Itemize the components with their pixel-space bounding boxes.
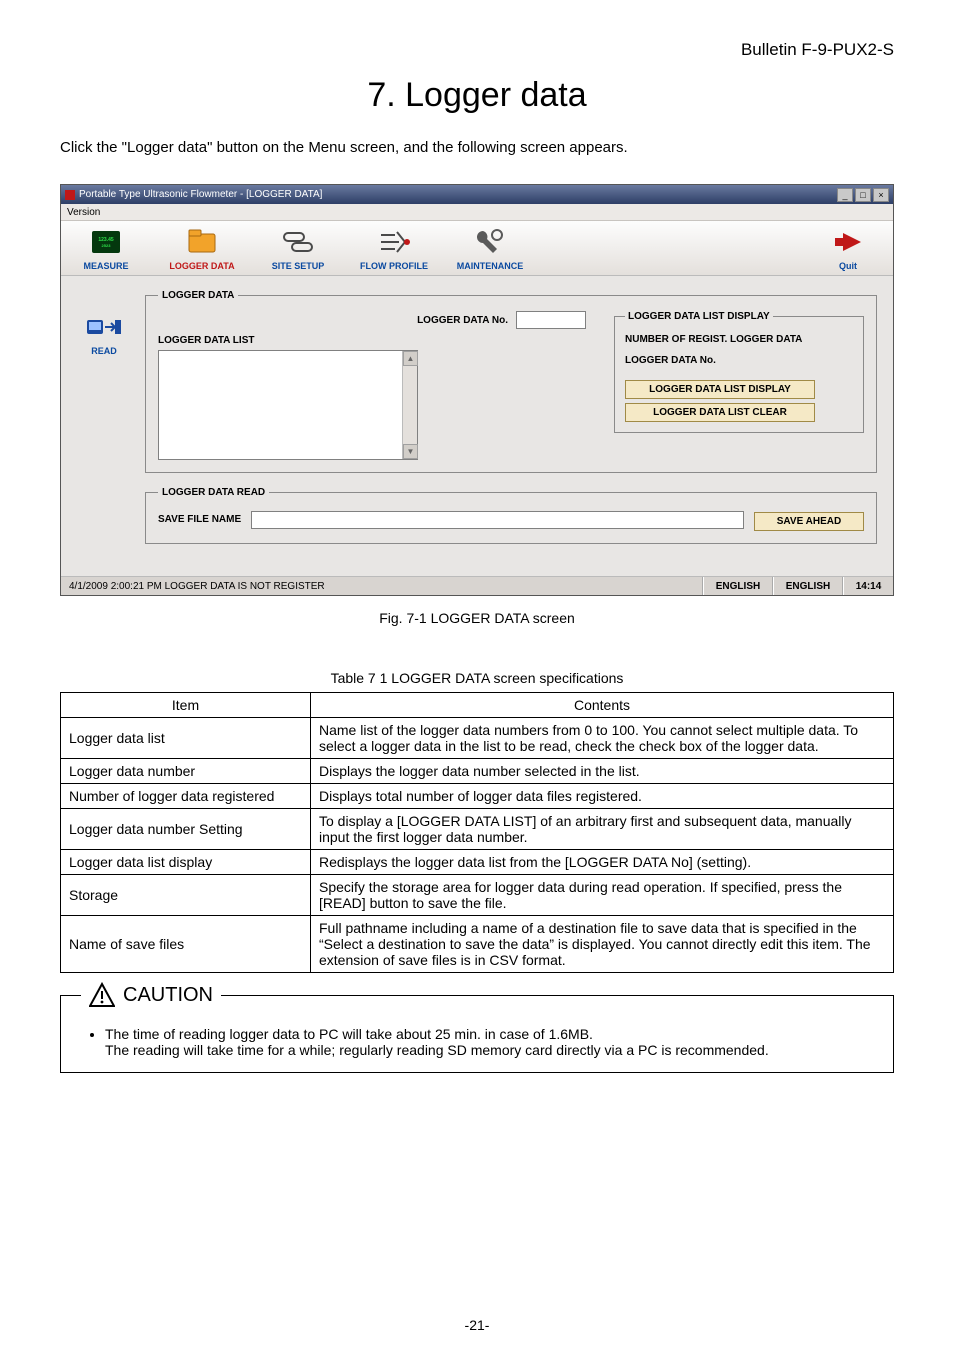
toolbar-maintenance-label: MAINTENANCE [457,261,524,271]
group-logger-read: LOGGER DATA READ SAVE FILE NAME SAVE AHE… [145,487,877,544]
table-cell-item: Logger data number [61,759,311,784]
scrollbar[interactable]: ▲ ▼ [402,351,417,459]
table-cell-item: Logger data number Setting [61,809,311,850]
menu-bar[interactable]: Version [61,204,893,221]
logger-data-icon [185,227,219,257]
minimize-button[interactable]: _ [837,188,853,202]
svg-text:2523: 2523 [102,243,112,248]
table-cell-item: Storage [61,875,311,916]
caution-line-2: The reading will take time for a while; … [105,1042,769,1058]
toolbar-logger-data[interactable]: LOGGER DATA [167,227,237,271]
table-cell-item: Logger data list [61,718,311,759]
intro-text: Click the "Logger data" button on the Me… [60,139,894,156]
measure-icon: 123.452523 [89,227,123,257]
status-lang-1: ENGLISH [703,577,773,595]
toolbar-logger-data-label: LOGGER DATA [169,261,234,271]
window-title: Portable Type Ultrasonic Flowmeter - [LO… [79,189,322,200]
toolbar-measure-label: MEASURE [83,261,128,271]
table-cell-contents: To display a [LOGGER DATA LIST] of an ar… [311,809,894,850]
table-head-item: Item [61,693,311,718]
toolbar-site-setup-label: SITE SETUP [272,261,325,271]
read-icon[interactable] [85,312,123,342]
logger-data-list[interactable]: ▲ ▼ [158,350,418,460]
list-display-logger-no-label: LOGGER DATA No. [625,355,853,366]
toolbar: 123.452523 MEASURE LOGGER DATA SITE SETU… [61,221,893,276]
list-clear-button[interactable]: LOGGER DATA LIST CLEAR [625,403,815,422]
toolbar-quit[interactable]: Quit [813,227,883,271]
table-row: Name of save files Full pathname includi… [61,916,894,973]
table-head-contents: Contents [311,693,894,718]
caution-legend: CAUTION [81,982,221,1008]
status-lang-2: ENGLISH [773,577,843,595]
scroll-down-icon[interactable]: ▼ [403,444,418,459]
num-regist-label: NUMBER OF REGIST. LOGGER DATA [625,334,853,345]
site-setup-icon [281,227,315,257]
toolbar-flow-profile[interactable]: FLOW PROFILE [359,227,429,271]
logger-no-label: LOGGER DATA No. [417,315,508,326]
table-row: Storage Specify the storage area for log… [61,875,894,916]
scroll-up-icon[interactable]: ▲ [403,351,418,366]
table-cell-contents: Full pathname including a name of a dest… [311,916,894,973]
app-window: Portable Type Ultrasonic Flowmeter - [LO… [60,184,894,596]
table-cell-contents: Specify the storage area for logger data… [311,875,894,916]
group-logger-read-legend: LOGGER DATA READ [158,487,269,498]
table-cell-item: Number of logger data registered [61,784,311,809]
logger-no-input[interactable] [516,311,586,329]
quit-icon [831,227,865,257]
group-list-display: LOGGER DATA LIST DISPLAY NUMBER OF REGIS… [614,311,864,433]
save-file-label: SAVE FILE NAME [158,514,241,525]
toolbar-flow-profile-label: FLOW PROFILE [360,261,428,271]
read-label: READ [91,346,117,356]
status-bar: 4/1/2009 2:00:21 PM LOGGER DATA IS NOT R… [61,576,893,595]
section-title: 7. Logger data [60,76,894,115]
table-cell-item: Name of save files [61,916,311,973]
save-ahead-button[interactable]: SAVE AHEAD [754,512,864,531]
flow-profile-icon [377,227,411,257]
table-row: Logger data number Setting To display a … [61,809,894,850]
menu-version[interactable]: Version [67,207,100,218]
group-logger-data: LOGGER DATA LOGGER DATA No. LOGGER DATA … [145,290,877,473]
toolbar-measure[interactable]: 123.452523 MEASURE [71,227,141,271]
table-cell-item: Logger data list display [61,850,311,875]
bulletin-id: Bulletin F-9-PUX2-S [60,40,894,60]
caution-title: CAUTION [123,984,213,1007]
app-icon [65,190,75,200]
toolbar-maintenance[interactable]: MAINTENANCE [455,227,525,271]
save-file-input[interactable] [251,511,744,529]
table-cell-contents: Redisplays the logger data list from the… [311,850,894,875]
title-bar: Portable Type Ultrasonic Flowmeter - [LO… [61,185,893,204]
logger-list-label: LOGGER DATA LIST [158,335,594,346]
close-button[interactable]: × [873,188,889,202]
maximize-button[interactable]: □ [855,188,871,202]
table-row: Logger data list display Redisplays the … [61,850,894,875]
table-caption: Table 7 1 LOGGER DATA screen specificati… [60,670,894,686]
spec-table: Item Contents Logger data list Name list… [60,692,894,973]
status-message: 4/1/2009 2:00:21 PM LOGGER DATA IS NOT R… [61,577,703,595]
maintenance-icon [473,227,507,257]
warning-icon [89,982,115,1008]
table-cell-contents: Name list of the logger data numbers fro… [311,718,894,759]
table-row: Number of logger data registered Display… [61,784,894,809]
page-number: -21- [0,1317,954,1333]
figure-caption: Fig. 7-1 LOGGER DATA screen [60,610,894,626]
table-row: Logger data number Displays the logger d… [61,759,894,784]
caution-line-1: The time of reading logger data to PC wi… [105,1026,593,1042]
toolbar-quit-label: Quit [839,261,857,271]
table-row: Logger data list Name list of the logger… [61,718,894,759]
caution-box: CAUTION The time of reading logger data … [60,995,894,1073]
toolbar-site-setup[interactable]: SITE SETUP [263,227,333,271]
status-time: 14:14 [843,577,893,595]
table-cell-contents: Displays the logger data number selected… [311,759,894,784]
group-logger-data-legend: LOGGER DATA [158,290,238,301]
group-list-display-legend: LOGGER DATA LIST DISPLAY [625,311,773,322]
table-cell-contents: Displays total number of logger data fil… [311,784,894,809]
list-display-button[interactable]: LOGGER DATA LIST DISPLAY [625,380,815,399]
